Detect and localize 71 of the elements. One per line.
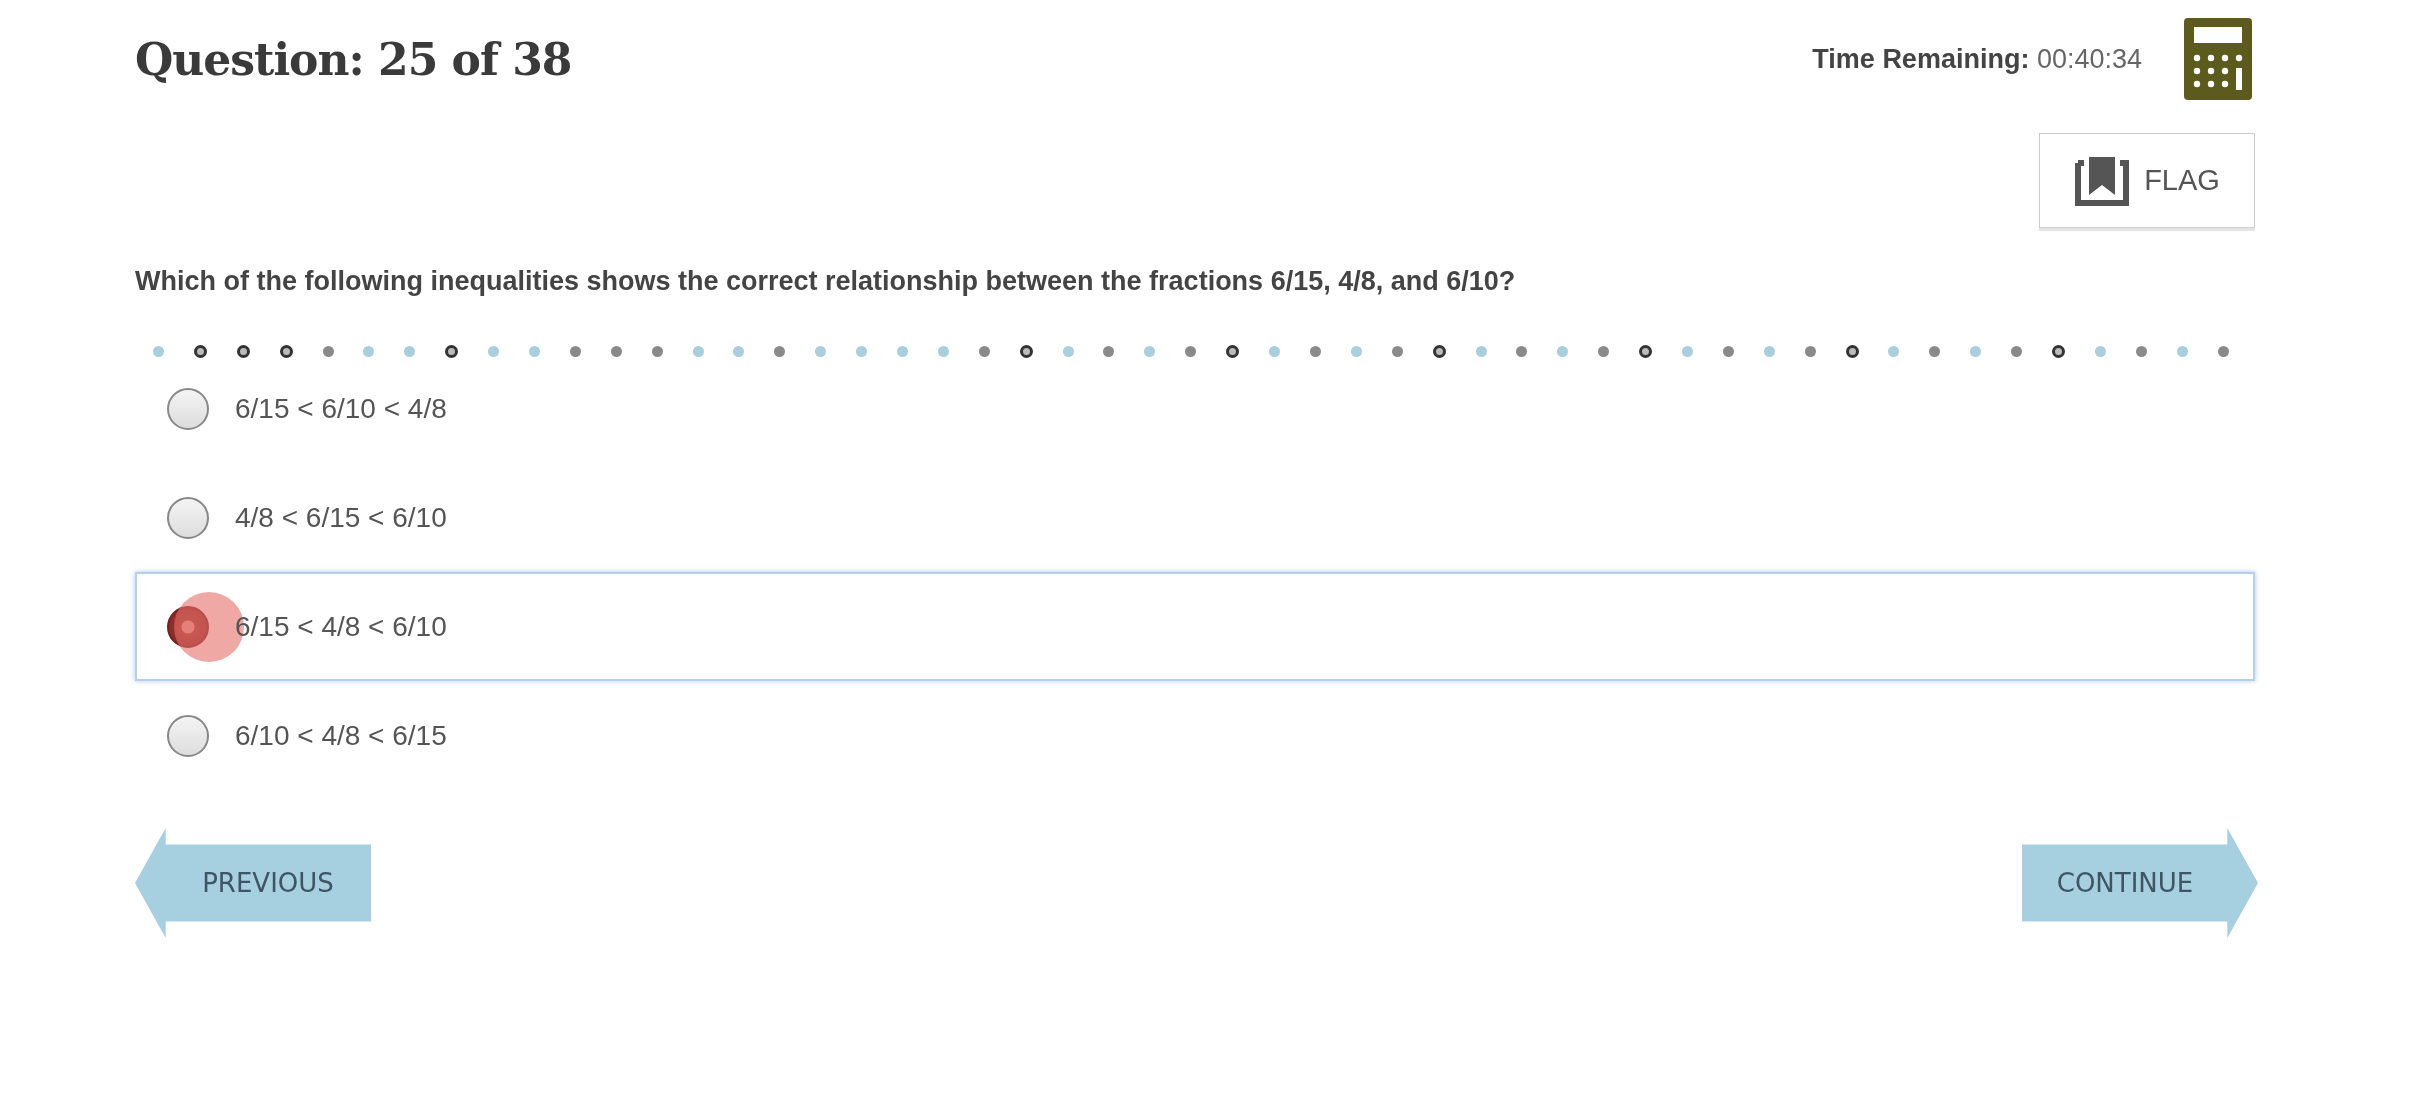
- progress-dot[interactable]: [692, 345, 704, 357]
- progress-dot[interactable]: [2051, 344, 2065, 358]
- radio-button[interactable]: [167, 387, 209, 430]
- radio-button[interactable]: [167, 605, 209, 648]
- progress-dot[interactable]: [1598, 345, 1610, 357]
- progress-dot[interactable]: [1350, 345, 1362, 357]
- progress-dot[interactable]: [1516, 345, 1528, 357]
- progress-dot[interactable]: [445, 344, 459, 358]
- progress-dot[interactable]: [1185, 345, 1197, 357]
- progress-dot[interactable]: [529, 345, 540, 357]
- progress-dot[interactable]: [2011, 345, 2023, 357]
- progress-dot[interactable]: [1309, 345, 1321, 357]
- progress-dot[interactable]: [897, 345, 909, 357]
- answer-text: 6/10 < 4/8 < 6/15: [235, 719, 447, 752]
- radio-button[interactable]: [167, 714, 209, 757]
- answer-text: 4/8 < 6/15 < 6/10: [235, 501, 447, 534]
- bookmark-icon: [2074, 154, 2131, 207]
- answer-text: 6/15 < 4/8 < 6/10: [235, 610, 447, 643]
- progress-dot[interactable]: [651, 345, 663, 357]
- question-text: Which of the following inequalities shows the correct relationship between the fractions 6/15, 4/8, and 6/10?: [135, 266, 1517, 297]
- selected-answer-row[interactable]: 6/15 < 4/8 < 6/10: [135, 572, 2255, 681]
- progress-dot[interactable]: [193, 344, 207, 358]
- progress-dot[interactable]: [978, 345, 990, 357]
- progress-dot[interactable]: [2176, 345, 2188, 357]
- progress-dot[interactable]: [569, 345, 581, 357]
- progress-dot[interactable]: [2094, 345, 2106, 357]
- progress-dot[interactable]: [1226, 344, 1240, 358]
- time-remaining: Time Remaining: 00:40:34: [1812, 43, 2142, 75]
- progress-dot[interactable]: [488, 345, 500, 357]
- progress-dot[interactable]: [1475, 345, 1487, 357]
- progress-dot[interactable]: [815, 345, 827, 357]
- progress-dot[interactable]: [1557, 345, 1569, 357]
- progress-dot[interactable]: [2135, 345, 2147, 357]
- calculator-icon[interactable]: [2184, 18, 2252, 100]
- progress-dot[interactable]: [1763, 345, 1775, 357]
- answer-option[interactable]: 6/10 < 4/8 < 6/15: [135, 681, 2255, 790]
- progress-dot[interactable]: [774, 345, 786, 357]
- question-counter: Question: 25 of 38: [135, 34, 572, 85]
- progress-dot[interactable]: [1269, 345, 1281, 357]
- progress-dot[interactable]: [1062, 345, 1074, 357]
- progress-dot[interactable]: [1722, 345, 1734, 357]
- progress-dot[interactable]: [1804, 345, 1816, 357]
- progress-dot[interactable]: [363, 345, 375, 357]
- progress-dot[interactable]: [153, 345, 164, 357]
- progress-dot[interactable]: [856, 345, 868, 357]
- progress-dot[interactable]: [1019, 344, 1033, 358]
- progress-dot[interactable]: [1432, 344, 1446, 358]
- answer-option[interactable]: 6/15 < 6/10 < 4/8: [135, 354, 2255, 463]
- progress-dot[interactable]: [404, 345, 416, 357]
- progress-dot[interactable]: [1888, 345, 1900, 357]
- progress-dot[interactable]: [1144, 345, 1156, 357]
- progress-dot[interactable]: [1845, 344, 1859, 358]
- progress-dot[interactable]: [322, 345, 334, 357]
- progress-dot[interactable]: [236, 344, 250, 358]
- progress-dot[interactable]: [2217, 345, 2229, 357]
- progress-dot[interactable]: [1103, 345, 1115, 357]
- progress-dot[interactable]: [1681, 345, 1693, 357]
- progress-dot[interactable]: [1639, 344, 1653, 358]
- radio-button[interactable]: [167, 496, 209, 539]
- answer-option[interactable]: 4/8 < 6/15 < 6/10: [135, 463, 2255, 572]
- progress-dot[interactable]: [279, 344, 293, 358]
- progress-dot[interactable]: [733, 345, 745, 357]
- progress-dot[interactable]: [1929, 345, 1941, 357]
- progress-dot[interactable]: [1970, 345, 1982, 357]
- previous-button[interactable]: PREVIOUS: [135, 828, 371, 938]
- answer-text: 6/15 < 6/10 < 4/8: [235, 392, 447, 425]
- progress-dot[interactable]: [937, 345, 949, 357]
- progress-dot[interactable]: [1391, 345, 1403, 357]
- continue-button[interactable]: CONTINUE: [2022, 828, 2258, 938]
- flag-button[interactable]: FLAG: [2039, 133, 2255, 228]
- progress-dot[interactable]: [610, 345, 622, 357]
